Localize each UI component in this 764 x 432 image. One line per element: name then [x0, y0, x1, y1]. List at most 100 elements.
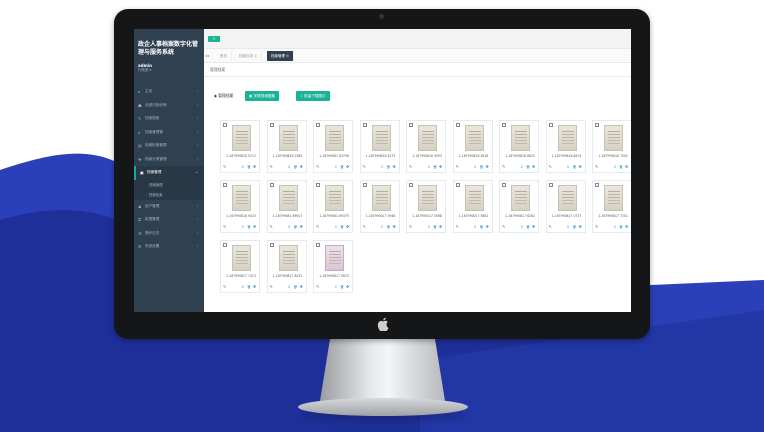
edit-icon[interactable]: ✎	[223, 164, 226, 170]
document-thumbnail[interactable]	[557, 125, 577, 151]
sidebar-item-archive-rules[interactable]: ☗ 全部归档纪律 ›	[134, 99, 204, 113]
archive-card[interactable]: 1-167990017 0948 ✎ ⇩ 🗑 ✥	[359, 180, 400, 233]
tab-archive-directory[interactable]: 档案目录 ⊙	[235, 51, 263, 61]
select-checkbox[interactable]	[223, 243, 227, 247]
download-icon[interactable]: ⇩	[613, 164, 616, 170]
document-thumbnail[interactable]	[418, 125, 437, 151]
download-icon[interactable]: ⇩	[334, 284, 337, 290]
select-checkbox[interactable]	[595, 183, 599, 187]
download-icon[interactable]: ⇩	[334, 164, 337, 170]
document-thumbnail[interactable]	[232, 245, 251, 271]
batch-download-button[interactable]: ⇩ 批量下载图片	[296, 91, 330, 101]
download-icon[interactable]: ⇩	[613, 224, 616, 230]
user-role[interactable]: 行政部 ▾	[138, 68, 151, 73]
select-checkbox[interactable]	[316, 243, 320, 247]
document-thumbnail[interactable]	[325, 185, 344, 211]
document-thumbnail[interactable]	[278, 125, 298, 151]
download-icon[interactable]: ⇩	[288, 224, 291, 230]
sidebar-item-home[interactable]: ⌂ 主页 ›	[134, 85, 204, 99]
delete-icon[interactable]: 🗑	[433, 224, 437, 230]
move-icon[interactable]: ✥	[393, 164, 396, 170]
sidebar-item-category[interactable]: ❖ 档案分类管理 ›	[134, 153, 204, 167]
edit-icon[interactable]: ✎	[363, 224, 366, 230]
download-icon[interactable]: ⇩	[241, 224, 244, 230]
move-icon[interactable]: ✥	[253, 224, 256, 230]
select-checkbox[interactable]	[223, 183, 227, 187]
download-icon[interactable]: ⇩	[381, 164, 384, 170]
document-thumbnail[interactable]	[604, 125, 623, 151]
tab-scroll-left-icon[interactable]: ◂◂	[205, 51, 209, 61]
select-checkbox[interactable]	[362, 183, 367, 187]
select-checkbox[interactable]	[269, 123, 274, 127]
delete-icon[interactable]: 🗑	[294, 224, 298, 230]
edit-icon[interactable]: ✎	[270, 224, 273, 230]
delete-icon[interactable]: 🗑	[294, 164, 298, 170]
select-checkbox[interactable]	[409, 183, 413, 187]
move-icon[interactable]: ✥	[486, 224, 489, 230]
delete-icon[interactable]: 🗑	[573, 164, 577, 170]
document-thumbnail[interactable]	[371, 125, 391, 151]
delete-icon[interactable]: 🗑	[387, 164, 391, 170]
document-thumbnail[interactable]	[557, 185, 577, 211]
document-thumbnail[interactable]	[232, 125, 251, 151]
delete-icon[interactable]: 🗑	[526, 164, 530, 170]
edit-icon[interactable]: ✎	[549, 224, 552, 230]
sidebar-item-cabinet[interactable]: ▤ 档案柜借管理 ›	[134, 139, 204, 153]
archive-card[interactable]: 1-167990816 2385 ✎ ⇩ 🗑 ✥	[266, 120, 307, 173]
edit-icon[interactable]: ✎	[456, 164, 459, 170]
select-checkbox[interactable]	[362, 123, 367, 127]
download-icon[interactable]: ⇩	[381, 224, 384, 230]
tab-archive-management[interactable]: 档案管理 ⊙	[267, 51, 295, 61]
archive-card[interactable]: 1-167990817 8232 ✎ ⇩ 🗑 ✥	[266, 240, 307, 293]
archive-card[interactable]: 1-167990816 8474 ✎ ⇩ 🗑 ✥	[545, 120, 586, 173]
move-icon[interactable]: ✥	[346, 284, 349, 290]
download-icon[interactable]: ⇩	[427, 224, 430, 230]
move-icon[interactable]: ✥	[439, 224, 442, 230]
download-icon[interactable]: ⇩	[474, 224, 477, 230]
download-icon[interactable]: ⇩	[567, 164, 570, 170]
download-icon[interactable]: ⇩	[288, 164, 291, 170]
archive-card[interactable]: 1-167990816 6625 ✎ ⇩ 🗑 ✥	[499, 120, 539, 173]
move-icon[interactable]: ✥	[393, 224, 396, 230]
move-icon[interactable]: ✥	[579, 224, 582, 230]
document-thumbnail[interactable]	[418, 185, 437, 211]
sidebar-subitem-archive-management[interactable]: 档案管理	[134, 180, 204, 190]
document-thumbnail[interactable]	[278, 185, 298, 211]
archive-card[interactable]: 1-167990816 9023 ✎ ⇩ 🗑 ✥	[220, 180, 260, 233]
edit-icon[interactable]: ✎	[502, 164, 505, 170]
move-icon[interactable]: ✥	[300, 284, 303, 290]
sidebar-item-search[interactable]: ✎ 档案搜索 ›	[134, 112, 204, 126]
download-icon[interactable]: ⇩	[241, 284, 244, 290]
sidebar-item-users[interactable]: ♟ 用户管理 ›	[134, 200, 204, 214]
delete-icon[interactable]: 🗑	[480, 164, 484, 170]
document-thumbnail[interactable]	[325, 245, 344, 271]
edit-icon[interactable]: ✎	[456, 224, 459, 230]
archive-card[interactable]: 1-167990817 7201 ✎ ⇩ 🗑 ✥	[592, 180, 631, 233]
archive-card[interactable]: 1-167990017 5681 ✎ ⇩ 🗑 ✥	[452, 180, 493, 233]
move-icon[interactable]: ✥	[253, 284, 256, 290]
archive-card[interactable]: 1-16799081 63706 ✎ ⇩ 🗑 ✥	[313, 120, 353, 173]
edit-icon[interactable]: ✎	[363, 164, 366, 170]
document-thumbnail[interactable]	[464, 185, 484, 211]
sidebar-item-archive-admin[interactable]: ⌂ 档案管理管 ›	[134, 126, 204, 140]
archive-card[interactable]: 1-167990816 7002 ✎ ⇩ 🗑 ✥	[592, 120, 631, 173]
delete-icon[interactable]: 🗑	[340, 224, 344, 230]
edit-icon[interactable]: ✎	[595, 224, 598, 230]
select-checkbox[interactable]	[548, 183, 553, 187]
select-checkbox[interactable]	[269, 243, 274, 247]
delete-icon[interactable]: 🗑	[619, 224, 623, 230]
document-thumbnail[interactable]	[511, 125, 530, 151]
download-icon[interactable]: ⇩	[241, 164, 244, 170]
delete-icon[interactable]: 🗑	[573, 224, 577, 230]
edit-icon[interactable]: ✎	[270, 284, 273, 290]
archive-card[interactable]: 1-167990017 0568 ✎ ⇩ 🗑 ✥	[406, 180, 446, 233]
delete-icon[interactable]: 🗑	[247, 224, 251, 230]
archive-card[interactable]: 1-16799081 69375 ✎ ⇩ 🗑 ✥	[313, 180, 353, 233]
edit-icon[interactable]: ✎	[223, 224, 226, 230]
select-checkbox[interactable]	[595, 123, 599, 127]
download-icon[interactable]: ⇩	[288, 284, 291, 290]
move-icon[interactable]: ✥	[346, 164, 349, 170]
associate-images-button[interactable]: ▣ 关联档案图集	[245, 91, 280, 101]
document-thumbnail[interactable]	[232, 185, 251, 211]
sidebar-subitem-archive-search[interactable]: 档案检索	[134, 190, 204, 200]
